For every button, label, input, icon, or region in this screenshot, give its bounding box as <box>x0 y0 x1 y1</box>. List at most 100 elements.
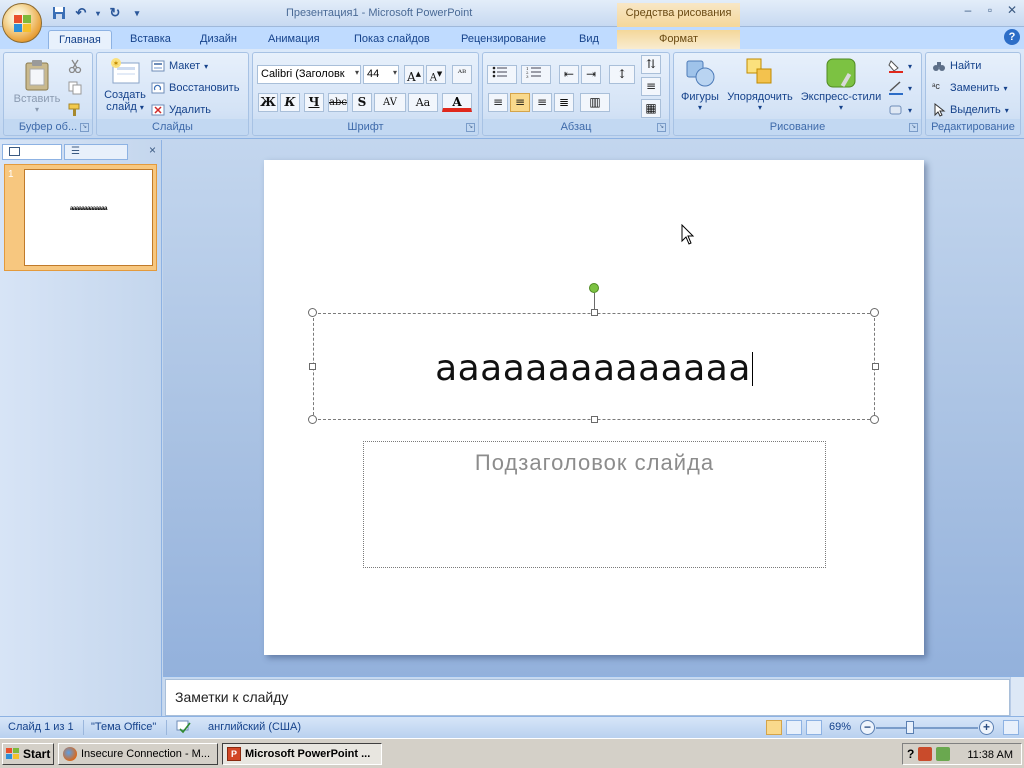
font-size-combo[interactable]: 44 ▾ <box>363 65 399 84</box>
align-center-icon[interactable]: ≡ <box>510 93 530 112</box>
network-tray-icon[interactable] <box>936 747 951 761</box>
taskbar-item-browser[interactable]: Insecure Connection - M... <box>58 743 218 765</box>
slide-canvas[interactable]: аааааааааааааа Подзаголовок слайда <box>264 160 924 655</box>
resize-handle-s[interactable] <box>591 416 598 423</box>
undo-icon[interactable]: ↶ <box>72 4 90 22</box>
font-color-button[interactable]: A <box>442 93 472 112</box>
delete-slide-button[interactable]: Удалить <box>151 103 211 117</box>
spellcheck-icon[interactable] <box>176 720 192 737</box>
zoom-slider[interactable] <box>876 727 978 729</box>
font-dialog-launcher-icon[interactable]: ↘ <box>466 123 475 132</box>
paragraph-dialog-launcher-icon[interactable]: ↘ <box>657 123 666 132</box>
taskbar-item-powerpoint[interactable]: P Microsoft PowerPoint ... <box>222 743 382 765</box>
shrink-font-icon[interactable]: A▼ <box>426 65 446 84</box>
shape-outline-icon[interactable]: ▾ <box>888 81 912 95</box>
subtitle-placeholder[interactable]: Подзаголовок слайда <box>363 441 826 568</box>
decrease-indent-icon[interactable]: ⇤ <box>559 65 579 84</box>
find-button[interactable]: Найти <box>932 59 981 73</box>
minimize-icon[interactable]: ‒ <box>958 2 978 18</box>
font-name-combo[interactable]: Calibri (Заголовк ▾ <box>257 65 361 84</box>
help-tray-icon[interactable]: ? <box>907 747 914 761</box>
clear-format-icon[interactable]: ᴬᴮ <box>452 65 472 84</box>
help-icon[interactable]: ? <box>1004 29 1020 45</box>
tab-design[interactable]: Дизайн <box>190 30 247 49</box>
shape-effects-icon[interactable]: ▾ <box>888 103 912 117</box>
maximize-icon[interactable]: ▫ <box>980 2 1000 18</box>
slideshow-view-icon[interactable] <box>806 720 822 735</box>
text-direction-icon[interactable]: ⇅ <box>641 55 661 74</box>
tab-animation[interactable]: Анимация <box>258 30 330 49</box>
bold-button[interactable]: Ж <box>258 93 278 112</box>
language-status[interactable]: английский (США) <box>208 721 301 733</box>
tab-slideshow[interactable]: Показ слайдов <box>344 30 440 49</box>
zoom-out-icon[interactable]: − <box>860 720 875 735</box>
columns-icon[interactable]: ▥ <box>580 93 610 112</box>
office-button[interactable] <box>2 3 42 43</box>
title-placeholder[interactable]: аааааааааааааа <box>313 313 875 420</box>
redo-icon[interactable]: ↻ <box>106 4 124 22</box>
change-case-button[interactable]: Aa <box>408 93 438 112</box>
zoom-level[interactable]: 69% <box>829 721 851 733</box>
rotate-handle[interactable] <box>589 283 599 293</box>
justify-icon[interactable]: ≣ <box>554 93 574 112</box>
align-left-icon[interactable]: ≡ <box>488 93 508 112</box>
increase-indent-icon[interactable]: ⇥ <box>581 65 601 84</box>
shapes-button[interactable]: Фигуры ▾ <box>678 57 722 112</box>
tab-insert[interactable]: Вставка <box>120 30 181 49</box>
slide-thumbnail-selected[interactable]: 1 ааааааааааааа <box>4 164 157 271</box>
format-painter-icon[interactable] <box>68 103 82 117</box>
save-icon[interactable] <box>50 4 68 22</box>
layout-button[interactable]: Макет ▾ <box>151 59 208 73</box>
shadow-button[interactable]: S <box>352 93 372 112</box>
customize-qat-icon[interactable]: ▾ <box>128 4 146 22</box>
new-slide-button[interactable]: ✶ Создать слайд ▾ <box>100 57 150 113</box>
drawing-dialog-launcher-icon[interactable]: ↘ <box>909 123 918 132</box>
start-button[interactable]: Start <box>2 743 54 765</box>
tab-outline-view[interactable]: ☰ <box>64 144 128 160</box>
cut-icon[interactable] <box>68 59 82 73</box>
numbering-icon[interactable]: 123 <box>521 65 551 84</box>
normal-view-icon[interactable] <box>766 720 782 735</box>
resize-handle-sw[interactable] <box>308 415 317 424</box>
slide-title-text[interactable]: аааааааааааааа <box>314 348 874 389</box>
resize-handle-ne[interactable] <box>870 308 879 317</box>
italic-button[interactable]: К <box>280 93 300 112</box>
copy-icon[interactable] <box>68 81 82 95</box>
zoom-slider-thumb[interactable] <box>906 721 914 734</box>
tab-home[interactable]: Главная <box>48 30 112 49</box>
align-right-icon[interactable]: ≡ <box>532 93 552 112</box>
shape-fill-icon[interactable]: ▾ <box>888 59 912 73</box>
line-spacing-icon[interactable]: ↕ <box>609 65 635 84</box>
paste-button[interactable]: Вставить ▾ <box>10 59 64 114</box>
tab-slides-view[interactable] <box>2 144 62 160</box>
close-panel-icon[interactable]: × <box>149 143 156 157</box>
tray-app-icon[interactable] <box>918 747 933 761</box>
resize-handle-se[interactable] <box>870 415 879 424</box>
theme-status[interactable]: "Тема Office" <box>91 721 156 733</box>
tab-view[interactable]: Вид <box>569 30 609 49</box>
underline-button[interactable]: Ч <box>304 93 324 112</box>
notes-input[interactable]: Заметки к слайду <box>165 679 1010 716</box>
notes-scrollbar[interactable] <box>1010 677 1024 717</box>
clipboard-dialog-launcher-icon[interactable]: ↘ <box>80 123 89 132</box>
strikethrough-button[interactable]: abc <box>328 93 348 112</box>
tab-review[interactable]: Рецензирование <box>451 30 556 49</box>
resize-handle-nw[interactable] <box>308 308 317 317</box>
quick-styles-button[interactable]: Экспресс-стили ▾ <box>798 57 884 112</box>
resize-handle-w[interactable] <box>309 363 316 370</box>
resize-handle-e[interactable] <box>872 363 879 370</box>
grow-font-icon[interactable]: A▲ <box>404 65 424 84</box>
slide-sorter-view-icon[interactable] <box>786 720 802 735</box>
align-text-icon[interactable]: ≡ <box>641 77 661 96</box>
bullets-icon[interactable] <box>487 65 517 84</box>
select-button[interactable]: Выделить ▾ <box>932 102 1009 117</box>
smartart-icon[interactable]: ▦ <box>641 99 661 118</box>
zoom-in-icon[interactable]: + <box>979 720 994 735</box>
slide-thumbnail[interactable]: ааааааааааааа <box>24 169 153 266</box>
replace-button[interactable]: ᵃc Заменить ▾ <box>932 81 1007 95</box>
resize-handle-n[interactable] <box>591 309 598 316</box>
arrange-button[interactable]: Упорядочить ▾ <box>724 57 796 112</box>
undo-dropdown-icon[interactable]: ▾ <box>94 4 102 22</box>
char-spacing-button[interactable]: AV <box>374 93 406 112</box>
tab-format[interactable]: Формат <box>617 30 740 49</box>
